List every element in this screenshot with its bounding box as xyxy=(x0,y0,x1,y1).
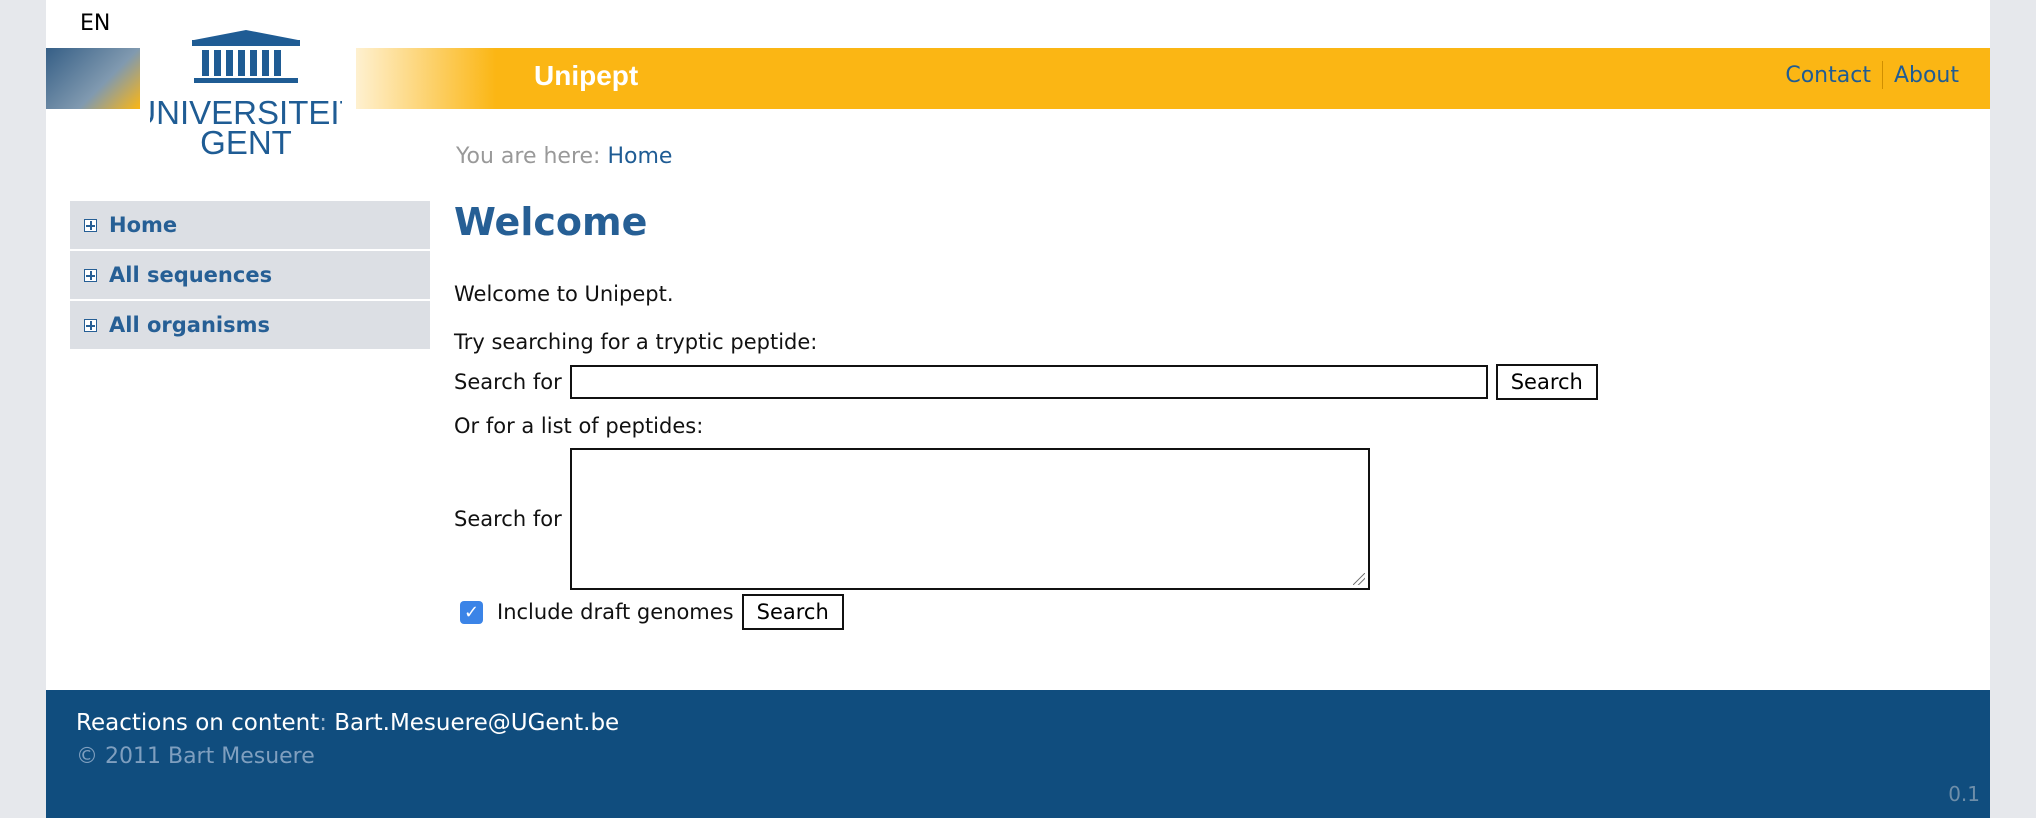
expand-icon xyxy=(84,218,97,232)
single-search-prompt: Try searching for a tryptic peptide: xyxy=(454,330,818,354)
main-content: Welcome Welcome to Unipept. Try searchin… xyxy=(454,200,1754,630)
expand-icon xyxy=(84,318,97,332)
search-label: Search for xyxy=(454,370,562,394)
about-link[interactable]: About xyxy=(1883,63,1970,88)
sidebar-item-home[interactable]: Home xyxy=(70,201,430,249)
peptide-search-input[interactable] xyxy=(569,365,1488,399)
list-search-prompt: Or for a list of peptides: xyxy=(454,414,704,438)
breadcrumb: You are here: Home xyxy=(456,144,672,169)
single-search-row: Search for Search xyxy=(454,364,1754,400)
page: EN UNIVERSITEIT GENT Unipept Contact Abo… xyxy=(46,0,1990,818)
draft-genomes-row: ✓ Include draft genomes Search xyxy=(454,594,1754,630)
peptide-search-button[interactable]: Search xyxy=(1495,364,1598,400)
site-title[interactable]: Unipept xyxy=(534,60,638,92)
welcome-text: Welcome to Unipept. xyxy=(454,282,674,306)
draft-genomes-label: Include draft genomes xyxy=(497,600,734,624)
peptide-list-textarea[interactable] xyxy=(569,448,1370,590)
sidebar-item-all-organisms[interactable]: All organisms xyxy=(70,301,430,349)
breadcrumb-prefix: You are here: xyxy=(456,144,601,169)
contact-link[interactable]: Contact xyxy=(1774,63,1882,88)
copyright: © 2011 Bart Mesuere xyxy=(76,744,315,769)
page-title: Welcome xyxy=(454,200,648,244)
list-search-row: Search for xyxy=(454,448,1754,590)
sidebar: Home All sequences All organisms xyxy=(70,201,430,351)
footer-reactions: Reactions on content: Bart.Mesuere@UGent… xyxy=(76,710,620,736)
footer: Reactions on content: Bart.Mesuere@UGent… xyxy=(46,690,1990,818)
draft-genomes-checkbox[interactable]: ✓ xyxy=(460,600,483,624)
sidebar-item-label: Home xyxy=(109,213,178,237)
list-search-button[interactable]: Search xyxy=(741,594,844,630)
top-navigation: Contact About xyxy=(1774,61,1970,89)
banner-texture-middle xyxy=(356,48,496,109)
expand-icon xyxy=(84,268,97,282)
reactions-label: Reactions on content xyxy=(76,710,320,736)
logo-text-line2: GENT xyxy=(200,124,292,161)
list-search-label: Search for xyxy=(454,507,562,531)
university-logo[interactable]: UNIVERSITEIT GENT xyxy=(150,26,342,168)
contact-email-link[interactable]: Bart.Mesuere@UGent.be xyxy=(334,710,619,736)
sidebar-item-all-sequences[interactable]: All sequences xyxy=(70,251,430,299)
breadcrumb-home[interactable]: Home xyxy=(607,144,672,169)
sidebar-item-label: All organisms xyxy=(109,313,270,337)
banner-texture-left xyxy=(46,48,140,109)
language-switch[interactable]: EN xyxy=(80,11,110,36)
version-number: 0.1 xyxy=(1948,782,1980,806)
sidebar-item-label: All sequences xyxy=(109,263,273,287)
